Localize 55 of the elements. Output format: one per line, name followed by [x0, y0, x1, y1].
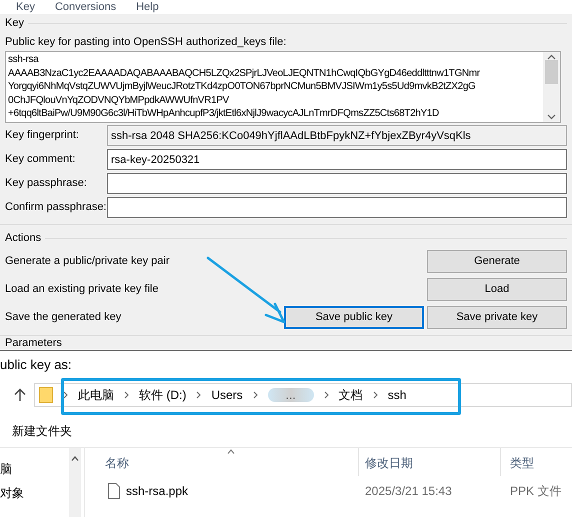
text-field[interactable] [107, 197, 567, 218]
scroll-up-icon[interactable] [547, 54, 556, 60]
action-label: Load an existing private key file [5, 283, 160, 296]
chevron-icon [63, 391, 68, 399]
nav-item[interactable]: 对象 [0, 486, 24, 500]
new-folder-button[interactable]: 新建文件夹 [12, 424, 72, 438]
text-field[interactable]: rsa-key-20250321 [107, 149, 567, 170]
action-label: Generate a public/private key pair [5, 255, 170, 268]
nav-item[interactable]: 脑 [0, 462, 12, 476]
column-header[interactable]: 名称 [105, 456, 129, 470]
text-field[interactable] [107, 173, 567, 194]
field-label: Public key for pasting into OpenSSH authorized_keys file: [5, 36, 288, 49]
scroll-down-icon[interactable] [547, 114, 556, 120]
breadcrumb-item[interactable]: 文档 [338, 388, 363, 402]
group-title: Key [5, 18, 24, 28]
menu-item[interactable]: Key [16, 2, 35, 12]
chevron-icon [324, 391, 329, 399]
group-title: Parameters [4, 336, 63, 349]
file-date: 2025/3/21 15:43 [365, 484, 452, 498]
breadcrumb-item[interactable]: Users [211, 388, 243, 402]
action-button[interactable]: Generate [427, 250, 567, 273]
field-label: Key comment: [5, 153, 76, 166]
field-label: Key fingerprint: [5, 129, 80, 142]
breadcrumb-item[interactable]: 此电脑 [78, 388, 114, 402]
menu-item[interactable]: Help [136, 2, 159, 12]
group-title: Actions [5, 232, 42, 244]
chevron-icon [372, 391, 378, 399]
menu-item[interactable]: Conversions [54, 2, 116, 12]
chevron-icon [124, 391, 129, 399]
file-type: PPK 文件 [510, 484, 562, 498]
action-button[interactable]: Save private key [427, 306, 567, 329]
dialog-title: ublic key as: [0, 357, 72, 372]
field-label: Key passphrase: [5, 177, 88, 190]
chevron-icon [196, 391, 202, 399]
chevron-icon [252, 391, 258, 399]
scrollbar[interactable] [69, 448, 81, 517]
scroll-thumb[interactable] [545, 60, 558, 84]
breadcrumb-item[interactable]: ... [268, 388, 314, 402]
action-button[interactable]: Save public key [284, 306, 424, 329]
file-name[interactable]: ssh-rsa.ppk [126, 484, 188, 498]
scrollbar[interactable] [543, 52, 560, 122]
breadcrumb-item[interactable]: 软件 (D:) [139, 388, 186, 402]
scroll-up-icon[interactable] [71, 456, 79, 461]
field-label: Confirm passphrase: [5, 201, 107, 214]
file-icon [108, 483, 120, 499]
text-field[interactable]: ssh-rsa 2048 SHA256:KCo049hYjflAAdLBtbFpykNZ+fYbjexZByr4yVsqKls [107, 125, 567, 146]
folder-icon [39, 387, 53, 403]
breadcrumb-item[interactable]: ssh [388, 388, 406, 402]
action-button[interactable]: Load [427, 278, 567, 301]
column-header[interactable]: 修改日期 [365, 456, 413, 470]
up-arrow-icon[interactable] [14, 388, 26, 402]
public-key-textbox[interactable]: ssh-rsa AAAAB3NzaC1yc2EAAAADAQABAAABAQCH5LZQx2SPjrLJVeoLJEQNTN1hCwqIQbGYgD46eddltttnw1TGNmr Yorgqyi6NhMqVstqZUWVUjmByjlWeucJRotzTKd4zpO0TON67bprNCMun5BMVJSIWm1y5s5Ud9mvkB2tZX2gG 0ChJFQlouVnYqZODVNQYbMPpdkAWWUfnVR1PV +6tqq6ltBaiPw/U9M90G6c3l/HiTbWHpAnhcupfP3/jktEtl6xNjlJ9wacycAJLnTmrDFQmsZZ5Cts68T2hY1D [5, 51, 561, 123]
address-bar[interactable]: 此电脑 软件 (D:) Users ... 文档 ssh [34, 383, 572, 407]
action-label: Save the generated key [5, 311, 122, 324]
column-header[interactable]: 类型 [510, 456, 534, 470]
